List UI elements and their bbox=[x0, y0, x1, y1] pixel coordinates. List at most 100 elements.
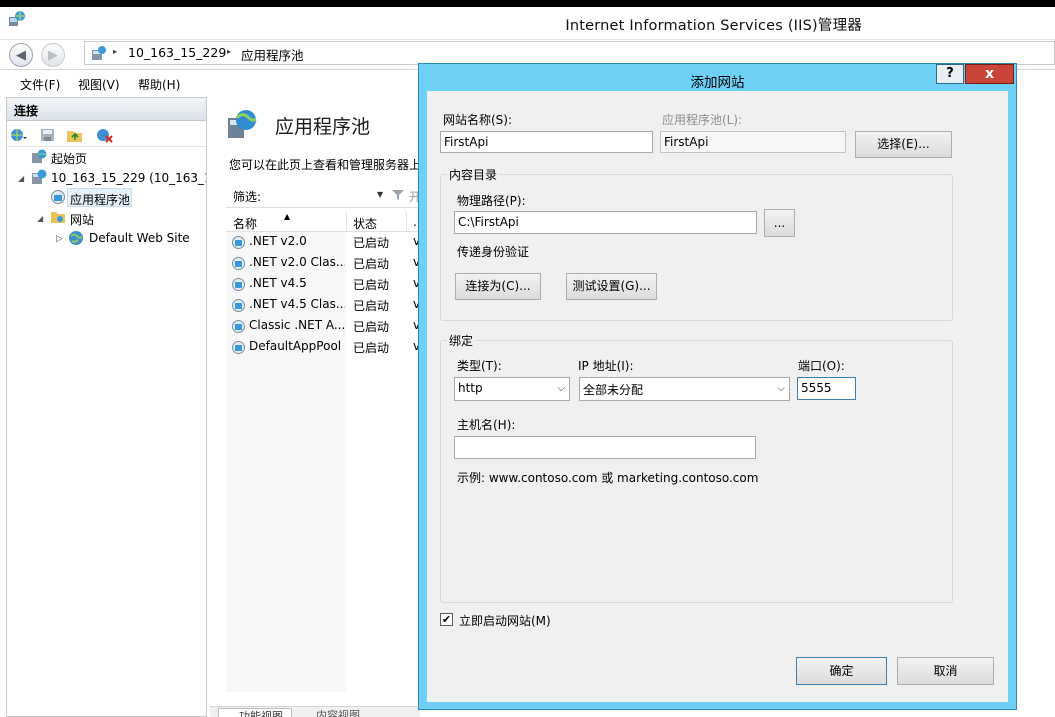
table-row[interactable]: .NET v4.5 Clas... 已启动 v bbox=[226, 296, 420, 317]
chevron-down-icon: ⌵ bbox=[777, 383, 785, 394]
filter-label: 筛选: bbox=[233, 190, 262, 204]
column-divider[interactable] bbox=[346, 212, 347, 231]
table-row[interactable]: .NET v2.0 已启动 v bbox=[226, 233, 420, 254]
collapse-icon[interactable]: ◢ bbox=[37, 214, 43, 223]
pool-status: 已启动 bbox=[353, 278, 390, 292]
app-pool-icon bbox=[232, 236, 245, 249]
collapse-icon[interactable]: ◢ bbox=[18, 174, 24, 183]
dialog-title: 添加网站 bbox=[690, 75, 745, 91]
port-label: 端口(O): bbox=[798, 359, 845, 373]
start-page-icon bbox=[32, 149, 47, 163]
breadcrumb-server[interactable]: 10_163_15_229 bbox=[128, 45, 226, 60]
hostname-input[interactable] bbox=[454, 436, 756, 459]
table-row[interactable]: Classic .NET A... 已启动 v bbox=[226, 317, 420, 338]
app-pool-icon bbox=[232, 299, 245, 312]
hostname-example: 示例: www.contoso.com 或 marketing.contoso.… bbox=[457, 471, 759, 485]
tree-item-sites[interactable]: 网站 bbox=[70, 211, 94, 228]
browse-button[interactable]: ... bbox=[764, 209, 795, 237]
menu-file[interactable]: 文件(F) bbox=[20, 76, 60, 93]
tree-item-server[interactable]: 10_163_15_229 (10_163_15_ bbox=[51, 171, 206, 185]
breadcrumb-separator-icon: ▸ bbox=[113, 47, 118, 56]
website-globe-icon bbox=[69, 231, 83, 245]
content-directory-title: 内容目录 bbox=[447, 166, 500, 183]
app-pools-large-icon bbox=[228, 110, 257, 138]
filter-dropdown-icon[interactable]: ▼ bbox=[377, 190, 383, 199]
ip-address-label: IP 地址(I): bbox=[578, 359, 634, 373]
type-label: 类型(T): bbox=[457, 359, 502, 373]
port-input[interactable]: 5555 bbox=[797, 377, 856, 400]
start-now-label[interactable]: 立即启动网站(M) bbox=[459, 612, 551, 629]
pool-status: 已启动 bbox=[353, 257, 390, 271]
checkmark-icon: ✔ bbox=[441, 613, 452, 626]
hostname-label: 主机名(H): bbox=[457, 418, 516, 432]
pool-status: 已启动 bbox=[353, 299, 390, 313]
server-icon bbox=[92, 46, 106, 60]
connect-globe-icon[interactable] bbox=[10, 127, 27, 143]
breadcrumb-separator-icon: ▸ bbox=[227, 47, 232, 56]
cancel-button[interactable]: 取消 bbox=[897, 657, 994, 685]
sites-folder-icon bbox=[51, 212, 65, 223]
ip-address-value: 全部未分配 bbox=[583, 383, 644, 397]
forward-button[interactable]: ▶ bbox=[41, 43, 65, 67]
type-select[interactable]: http ⌵ bbox=[454, 377, 570, 401]
column-header-extra[interactable]: . bbox=[413, 215, 417, 229]
passthrough-auth-label: 传递身份验证 bbox=[457, 245, 530, 259]
start-now-checkbox[interactable]: ✔ bbox=[440, 613, 453, 626]
connections-header: 连接 bbox=[7, 98, 206, 121]
app-pool-icon bbox=[232, 257, 245, 270]
type-value: http bbox=[458, 381, 483, 395]
back-button[interactable]: ◀ bbox=[9, 43, 33, 67]
tree-item-start-page[interactable]: 起始页 bbox=[51, 150, 87, 167]
connect-as-button[interactable]: 连接为(C)... bbox=[455, 273, 541, 300]
tree-item-app-pools[interactable]: 应用程序池 bbox=[70, 191, 130, 208]
column-header-name[interactable]: 名称 bbox=[233, 215, 257, 232]
page-title: 应用程序池 bbox=[275, 116, 371, 138]
table-row[interactable]: .NET v2.0 Clas... 已启动 v bbox=[226, 254, 420, 275]
app-pool-icon bbox=[232, 341, 245, 354]
pool-status: 已启动 bbox=[353, 236, 390, 250]
pool-name: .NET v2.0 bbox=[249, 234, 307, 248]
ip-address-select[interactable]: 全部未分配 ⌵ bbox=[579, 377, 790, 401]
tab-features-view[interactable]: 功能视图 bbox=[218, 708, 292, 717]
breadcrumb-app-pools[interactable]: 应用程序池 bbox=[241, 45, 304, 64]
help-button[interactable]: ? bbox=[936, 64, 964, 84]
chevron-down-icon: ⌵ bbox=[557, 383, 565, 394]
window-title: Internet Information Services (IIS)管理器 bbox=[565, 18, 862, 34]
binding-title: 绑定 bbox=[447, 332, 476, 349]
forward-arrow-icon: ▶ bbox=[48, 47, 58, 63]
server-icon bbox=[32, 169, 47, 184]
page-description: 您可以在此页上查看和管理服务器上 bbox=[229, 158, 419, 172]
expand-icon[interactable]: ▷ bbox=[56, 234, 63, 244]
physical-path-input[interactable]: C:\FirstApi bbox=[454, 211, 757, 234]
pool-status: 已启动 bbox=[353, 320, 390, 334]
column-divider[interactable] bbox=[406, 212, 407, 231]
pool-name: .NET v4.5 bbox=[249, 276, 307, 290]
pool-name: .NET v4.5 Clas... bbox=[249, 297, 345, 311]
table-row[interactable]: DefaultAppPool 已启动 v bbox=[226, 338, 420, 359]
tree-item-default-web-site[interactable]: Default Web Site bbox=[89, 231, 190, 245]
menu-view[interactable]: 视图(V) bbox=[78, 76, 120, 93]
site-name-input[interactable]: FirstApi bbox=[440, 131, 653, 153]
test-settings-button[interactable]: 测试设置(G)... bbox=[566, 273, 657, 300]
filter-funnel-icon[interactable] bbox=[392, 189, 404, 201]
back-arrow-icon: ◀ bbox=[16, 47, 26, 63]
tab-content-view[interactable]: 内容视图 bbox=[302, 708, 382, 717]
screen-top-strip bbox=[0, 0, 1055, 7]
disconnect-icon[interactable] bbox=[96, 127, 113, 143]
menu-help[interactable]: 帮助(H) bbox=[138, 76, 180, 93]
physical-path-label: 物理路径(P): bbox=[457, 194, 526, 208]
app-pool-field: FirstApi bbox=[660, 131, 846, 153]
save-icon[interactable] bbox=[39, 127, 56, 143]
ok-button[interactable]: 确定 bbox=[796, 657, 887, 685]
app-pool-label: 应用程序池(L): bbox=[662, 113, 743, 127]
sort-ascending-icon: ▲ bbox=[284, 212, 291, 221]
app-pool-icon bbox=[232, 320, 245, 333]
close-button[interactable]: x bbox=[965, 64, 1014, 84]
column-header-status[interactable]: 状态 bbox=[353, 215, 377, 232]
table-row[interactable]: .NET v4.5 已启动 v bbox=[226, 275, 420, 296]
pool-name: DefaultAppPool bbox=[249, 339, 342, 353]
select-app-pool-button[interactable]: 选择(E)... bbox=[855, 131, 952, 158]
up-folder-icon[interactable] bbox=[66, 127, 83, 143]
app-pools-icon bbox=[51, 190, 65, 204]
pool-name: Classic .NET A... bbox=[249, 318, 345, 332]
